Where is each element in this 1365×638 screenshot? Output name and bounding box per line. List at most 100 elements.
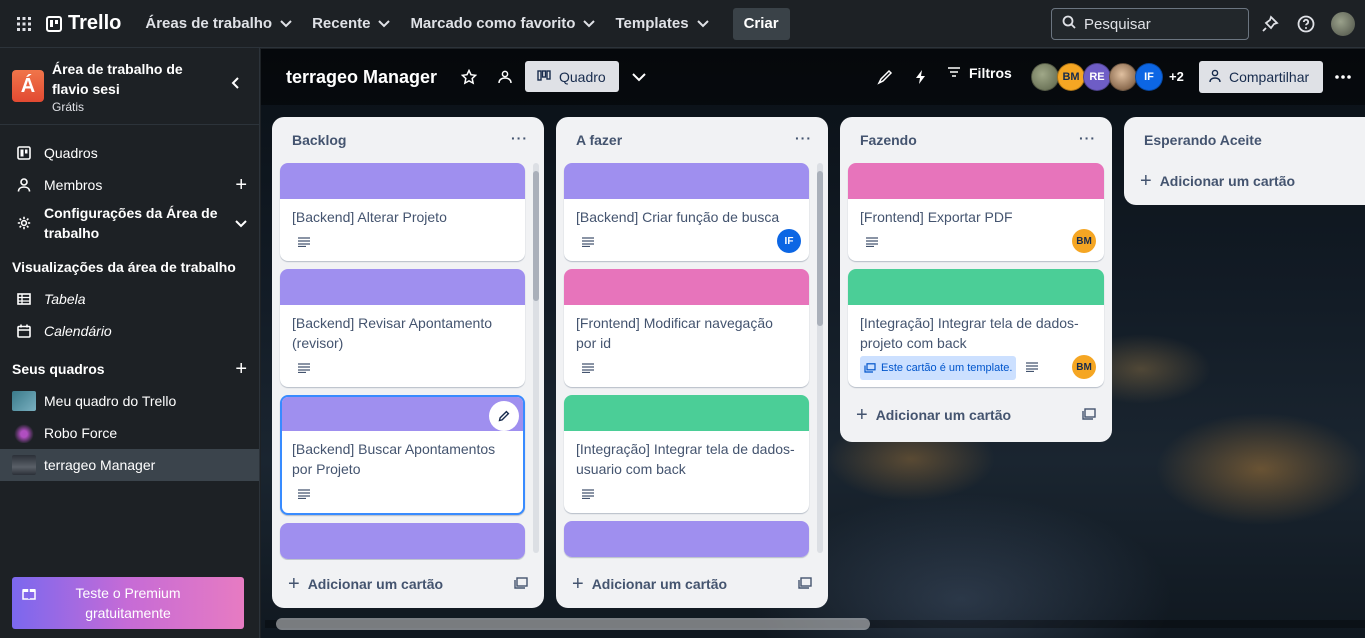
trello-logo[interactable]: Trello [46, 12, 121, 35]
list-header[interactable]: Backlog ··· [272, 117, 544, 163]
views-heading: Visualizações da área de trabalho [12, 259, 236, 275]
list-header[interactable]: Esperando Aceite [1124, 117, 1365, 163]
member-avatar[interactable] [1031, 63, 1059, 91]
sidebar-board-terrageo-manager[interactable]: terrageo Manager [0, 449, 259, 481]
filters-button[interactable]: Filtros [947, 65, 1012, 81]
workspace-avatar: Á [12, 70, 44, 102]
card-selected[interactable]: [Backend] Buscar Apontamentos por Projet… [280, 395, 525, 515]
more-members-count[interactable]: +2 [1169, 69, 1184, 84]
scrollbar-thumb[interactable] [817, 171, 823, 326]
card-template-icon[interactable] [1082, 407, 1096, 423]
power-ups-icon[interactable] [873, 65, 897, 89]
sidebar-item-calendar[interactable]: Calendário [0, 315, 259, 347]
card-badges [280, 357, 525, 387]
scrollbar-thumb[interactable] [533, 171, 539, 301]
nav-workspaces-dropdown[interactable]: Áreas de trabalho [135, 8, 302, 40]
collapse-sidebar-button[interactable] [231, 76, 241, 94]
card[interactable]: [Frontend] Modificar navegação por id [564, 269, 809, 387]
help-icon[interactable] [1294, 12, 1318, 36]
filters-label: Filtros [969, 65, 1012, 81]
card[interactable]: [Frontend] Exportar PDF BM [848, 163, 1104, 261]
card[interactable]: [Backend] Alterar Projeto [280, 163, 525, 261]
try-premium-button[interactable]: Teste o Premium gratuitamente [12, 577, 244, 629]
board-menu-icon[interactable] [1331, 65, 1355, 89]
card[interactable]: [Integração] Integrar tela de dados- usu… [564, 395, 809, 513]
list-header[interactable]: A fazer ··· [556, 117, 828, 163]
sidebar-item-label: Quadros [44, 145, 98, 161]
board-title[interactable]: terrageo Manager [286, 67, 437, 88]
list-menu-icon[interactable]: ··· [795, 130, 812, 146]
add-card-button[interactable]: + Adicionar um cartão [840, 395, 1112, 435]
add-card-button[interactable]: + Adicionar um cartão [1124, 163, 1365, 199]
list-menu-icon[interactable]: ··· [1079, 130, 1096, 146]
list-title: Esperando Aceite [1144, 132, 1262, 148]
sidebar-board-robo-force[interactable]: Robo Force [0, 417, 259, 449]
card-title: [Backend] Buscar Apontamentos por Projet… [282, 431, 523, 483]
sidebar-item-label: Configurações da Área de trabalho [44, 203, 218, 243]
card-template-icon[interactable] [798, 576, 812, 592]
sidebar-item-label: Tabela [44, 291, 86, 307]
sidebar-item-label: Membros [44, 177, 103, 193]
add-card-button[interactable]: + Adicionar um cartão [556, 560, 828, 608]
card-member-avatar[interactable]: IF [777, 229, 801, 253]
sidebar-board-meu-quadro[interactable]: Meu quadro do Trello [0, 385, 259, 417]
card[interactable]: [Backend] Revisar Apontamento (revisor) [280, 269, 525, 387]
edit-card-icon[interactable] [489, 401, 519, 431]
card-member-avatar[interactable]: BM [1072, 355, 1096, 379]
card-cover [280, 163, 525, 199]
sidebar-item-table[interactable]: Tabela [0, 283, 259, 315]
chevron-down-icon[interactable] [627, 65, 651, 89]
member-avatar[interactable]: IF [1135, 63, 1163, 91]
plus-icon: + [856, 403, 868, 426]
app-switcher-icon[interactable] [10, 10, 38, 38]
sidebar-item-settings[interactable]: Configurações da Área de trabalho [0, 201, 259, 245]
star-icon[interactable] [457, 65, 481, 89]
card-template-icon[interactable] [514, 576, 528, 592]
card[interactable]: [Backend] Criar função de busca IF [564, 163, 809, 261]
description-icon [582, 234, 594, 252]
member-avatar[interactable] [1109, 63, 1137, 91]
visibility-icon[interactable] [493, 65, 517, 89]
sidebar-item-boards[interactable]: Quadros [0, 137, 259, 169]
board-view-icon [537, 69, 551, 85]
list-a-fazer: A fazer ··· [Backend] Criar função de bu… [556, 117, 828, 608]
sidebar-item-label: Calendário [44, 323, 112, 339]
create-button[interactable]: Criar [732, 7, 790, 40]
board-canvas: terrageo Manager Quadro Filtros BM RE IF… [261, 49, 1365, 638]
card-member-avatar[interactable]: BM [1072, 229, 1096, 253]
card[interactable] [564, 521, 809, 557]
person-add-icon [1209, 69, 1223, 86]
list-fazendo: Fazendo ··· [Frontend] Exportar PDF BM [… [840, 117, 1112, 442]
sidebar-item-members[interactable]: Membros + [0, 169, 259, 201]
member-avatar[interactable]: BM [1057, 63, 1085, 91]
card-title: [Backend] Criar função de busca [564, 199, 809, 231]
board-view-button[interactable]: Quadro [525, 61, 619, 92]
card-template[interactable]: [Integração] Integrar tela de dados- pro… [848, 269, 1104, 387]
add-card-button[interactable]: + Adicionar um cartão [272, 560, 544, 608]
card-badges [280, 231, 525, 261]
user-avatar[interactable] [1331, 12, 1355, 36]
workspace-plan: Grátis [52, 99, 85, 114]
add-board-icon[interactable]: + [235, 358, 247, 381]
search-input[interactable]: Pesquisar [1051, 8, 1249, 40]
nav-recent-dropdown[interactable]: Recente [302, 8, 400, 40]
automation-icon[interactable] [909, 65, 933, 89]
board-icon [16, 145, 32, 161]
nav-templates-dropdown[interactable]: Templates [605, 8, 718, 40]
card[interactable] [280, 523, 525, 559]
share-label: Compartilhar [1229, 69, 1310, 85]
notifications-icon[interactable] [1258, 12, 1282, 36]
member-avatar[interactable]: RE [1083, 63, 1111, 91]
list-scrollbar[interactable] [533, 163, 539, 553]
share-button[interactable]: Compartilhar [1199, 61, 1323, 93]
list-header[interactable]: Fazendo ··· [840, 117, 1112, 163]
board-view-label: Quadro [559, 68, 606, 85]
add-member-icon[interactable]: + [235, 174, 247, 197]
list-scrollbar[interactable] [817, 163, 823, 553]
nav-starred-dropdown[interactable]: Marcado como favorito [400, 8, 605, 40]
workspace-header: Á Área de trabalho de flavio sesi Grátis [0, 48, 259, 125]
board-horizontal-scrollbar-thumb[interactable] [276, 618, 870, 630]
list-menu-icon[interactable]: ··· [511, 130, 528, 146]
card-title: [Backend] Alterar Projeto [280, 199, 525, 231]
card-cover [848, 269, 1104, 305]
